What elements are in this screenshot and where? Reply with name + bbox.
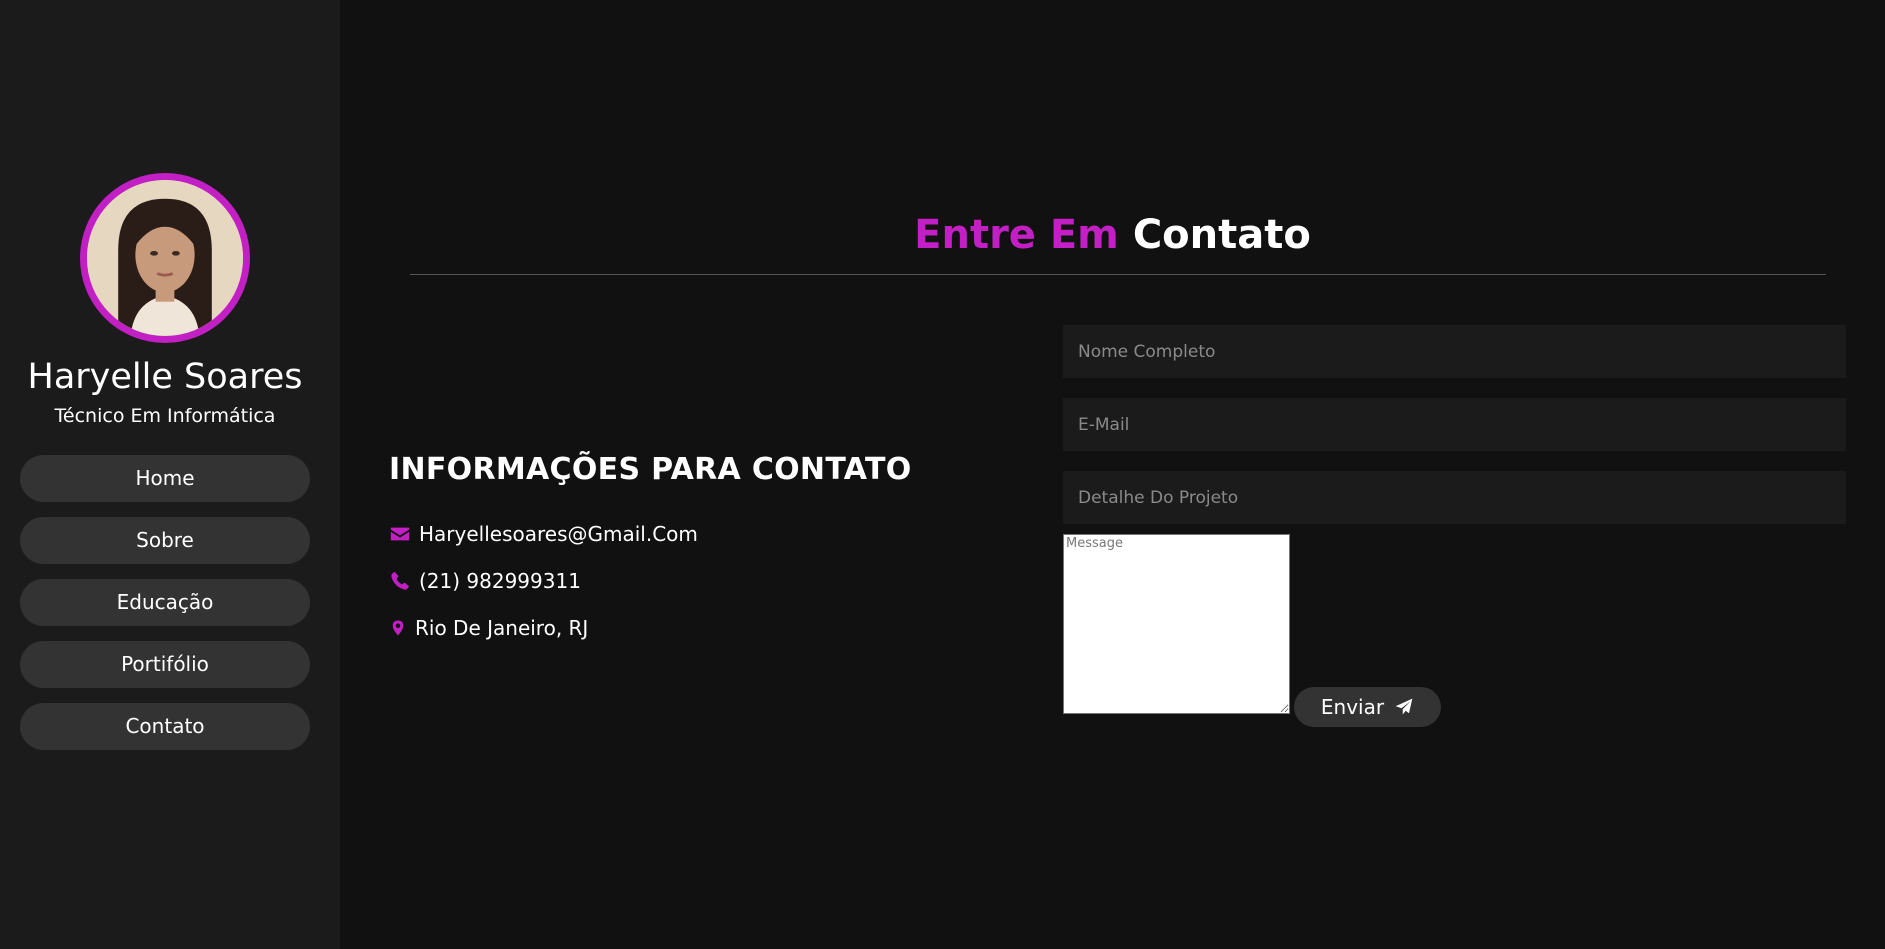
contact-email[interactable]: Haryellesoares@Gmail.Com	[419, 522, 698, 546]
profile-role: Técnico Em Informática	[54, 405, 276, 427]
contact-info-heading: INFORMAÇÕES PARA CONTATO	[389, 452, 912, 487]
sidebar-nav: Home Sobre Educação Portifólio Contato	[20, 455, 310, 765]
page-title-rest: Contato	[1132, 212, 1311, 258]
title-divider	[410, 274, 1826, 275]
map-marker-icon	[389, 617, 407, 639]
nav-item-portifolio[interactable]: Portifólio	[20, 641, 310, 688]
contact-location-row: Rio De Janeiro, RJ	[389, 616, 588, 640]
page-title-accent: Entre Em	[914, 212, 1119, 258]
paper-plane-icon	[1394, 697, 1414, 717]
send-button-label: Enviar	[1320, 695, 1385, 719]
contact-phone[interactable]: (21) 982999311	[419, 569, 581, 593]
full-name-input[interactable]	[1063, 325, 1846, 378]
profile-name: Haryelle Soares	[27, 357, 303, 397]
nav-item-contato[interactable]: Contato	[20, 703, 310, 750]
nav-item-educacao[interactable]: Educação	[20, 579, 310, 626]
contact-phone-row: (21) 982999311	[389, 569, 581, 593]
contact-email-row: Haryellesoares@Gmail.Com	[389, 522, 698, 546]
avatar	[80, 173, 250, 343]
send-button[interactable]: Enviar	[1294, 687, 1441, 727]
nav-item-home[interactable]: Home	[20, 455, 310, 502]
page-title: Entre Em Contato	[340, 212, 1885, 258]
phone-icon	[389, 570, 411, 592]
contact-location: Rio De Janeiro, RJ	[415, 616, 589, 640]
sidebar: Haryelle Soares Técnico Em Informática H…	[0, 0, 340, 949]
envelope-icon	[389, 523, 411, 545]
message-textarea[interactable]	[1063, 534, 1290, 714]
project-detail-input[interactable]	[1063, 471, 1846, 524]
email-input[interactable]	[1063, 398, 1846, 451]
nav-item-sobre[interactable]: Sobre	[20, 517, 310, 564]
profile-photo	[87, 180, 243, 336]
